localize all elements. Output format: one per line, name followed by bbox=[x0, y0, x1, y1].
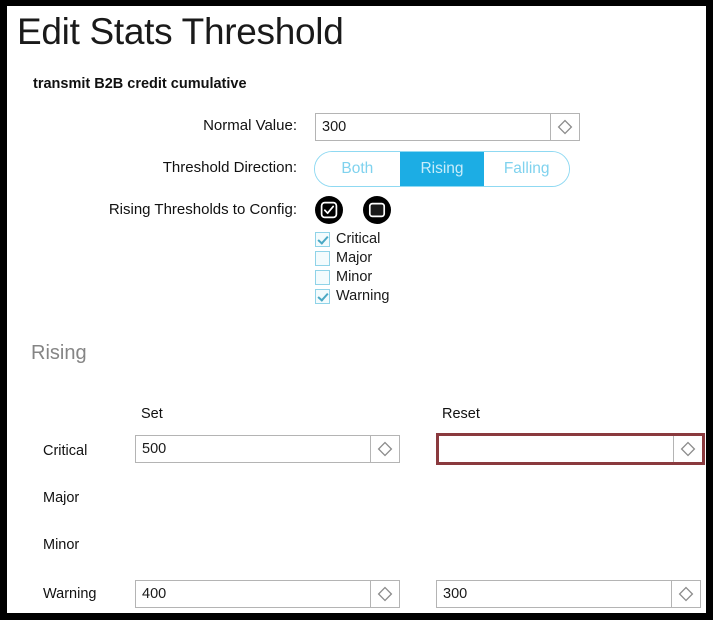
warning-reset-text: 300 bbox=[437, 581, 671, 607]
warning-reset-input[interactable]: 300 bbox=[436, 580, 701, 608]
checkbox-warning[interactable] bbox=[315, 288, 330, 304]
check-square-circle-icon bbox=[320, 201, 338, 219]
severity-item-major[interactable]: Major bbox=[315, 249, 389, 267]
critical-set-input[interactable]: 500 bbox=[135, 435, 400, 463]
spinner-diamond-icon bbox=[377, 441, 393, 457]
segment-rising[interactable]: Rising bbox=[399, 152, 485, 186]
critical-reset-input[interactable] bbox=[436, 433, 705, 465]
threshold-direction-label: Threshold Direction: bbox=[162, 159, 297, 176]
warning-set-text: 400 bbox=[136, 581, 370, 607]
column-header-reset: Reset bbox=[442, 406, 480, 422]
page-title: Edit Stats Threshold bbox=[17, 11, 344, 52]
severity-item-critical[interactable]: Critical bbox=[315, 230, 389, 248]
severity-checkbox-list: Critical Major Minor Warning bbox=[315, 230, 389, 306]
spinner-diamond-icon bbox=[377, 586, 393, 602]
severity-label: Warning bbox=[336, 288, 390, 304]
edit-stats-threshold-dialog: Edit Stats Threshold transmit B2B credit… bbox=[0, 0, 713, 620]
critical-reset-stepper[interactable] bbox=[673, 436, 702, 462]
critical-set-text: 500 bbox=[136, 436, 370, 462]
severity-item-warning[interactable]: Warning bbox=[315, 287, 389, 305]
checkbox-major[interactable] bbox=[315, 250, 330, 266]
spinner-diamond-icon bbox=[680, 441, 696, 457]
threshold-direction-segmented-control[interactable]: Both Rising Falling bbox=[314, 151, 570, 187]
rising-section-heading: Rising bbox=[31, 342, 87, 364]
normal-value-stepper[interactable] bbox=[550, 114, 579, 140]
segment-falling[interactable]: Falling bbox=[484, 152, 569, 186]
clear-all-button[interactable] bbox=[363, 196, 391, 224]
warning-set-input[interactable]: 400 bbox=[135, 580, 400, 608]
normal-value-text: 300 bbox=[316, 114, 550, 140]
row-label-major: Major bbox=[43, 490, 80, 506]
warning-reset-stepper[interactable] bbox=[671, 581, 700, 607]
checkbox-critical[interactable] bbox=[315, 231, 330, 247]
severity-item-minor[interactable]: Minor bbox=[315, 268, 389, 286]
rising-thresholds-to-config-label: Rising Thresholds to Config: bbox=[108, 201, 297, 218]
normal-value-input[interactable]: 300 bbox=[315, 113, 580, 141]
check-all-button[interactable] bbox=[315, 196, 343, 224]
severity-label: Major bbox=[336, 250, 373, 266]
checkbox-minor[interactable] bbox=[315, 269, 330, 285]
row-label-critical: Critical bbox=[43, 443, 88, 459]
row-label-minor: Minor bbox=[43, 537, 80, 553]
segment-both[interactable]: Both bbox=[315, 152, 400, 186]
filled-square-circle-icon bbox=[368, 202, 386, 218]
spinner-diamond-icon bbox=[557, 119, 573, 135]
severity-label: Critical bbox=[336, 231, 381, 247]
normal-value-label: Normal Value: bbox=[203, 117, 297, 134]
critical-reset-text bbox=[439, 436, 673, 462]
severity-label: Minor bbox=[336, 269, 373, 285]
spinner-diamond-icon bbox=[678, 586, 694, 602]
warning-set-stepper[interactable] bbox=[370, 581, 399, 607]
stat-name-subtitle: transmit B2B credit cumulative bbox=[33, 76, 247, 92]
column-header-set: Set bbox=[141, 406, 163, 422]
row-label-warning: Warning bbox=[43, 586, 97, 602]
critical-set-stepper[interactable] bbox=[370, 436, 399, 462]
